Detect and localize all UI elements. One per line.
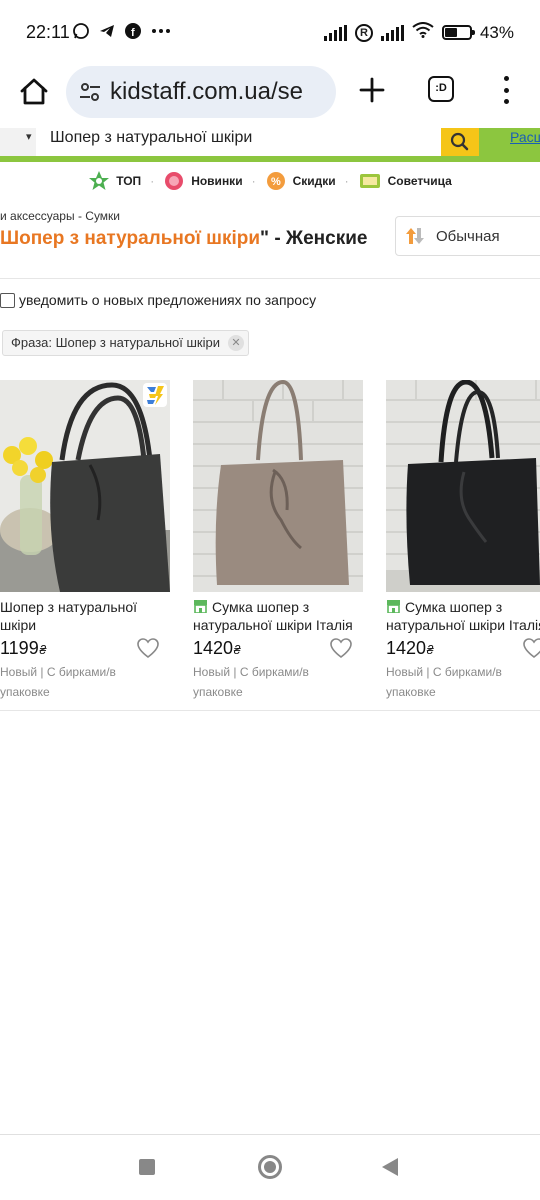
product-condition: Новый | С бирками/в упаковке (386, 665, 502, 699)
more-dots-icon (150, 22, 172, 46)
category-nav: ТОП · Новинки · % Скидки · Советчица (0, 166, 540, 196)
advanced-search-link[interactable]: Расш (510, 128, 540, 146)
page-title-query: Шопер з натуральної шкіри (0, 228, 261, 249)
site-search-strip: ▾ Шопер з натуральної шкіри Расш (0, 128, 540, 162)
battery-icon (441, 25, 475, 40)
product-card[interactable]: Сумка шопер з натуральної шкіри Італія 1… (386, 380, 540, 710)
recent-apps-button[interactable] (139, 1159, 155, 1175)
page-title-rest: " - Женские (260, 228, 368, 249)
search-button[interactable] (441, 128, 479, 156)
lightning-icon (143, 383, 167, 407)
nav-item-discounts-label: Скидки (292, 174, 336, 188)
nav-item-advisor[interactable]: Советчица (358, 170, 452, 192)
facebook-icon: f (124, 22, 142, 46)
tab-switcher-button[interactable]: :D (428, 76, 454, 102)
wifi-icon (412, 22, 434, 43)
back-button[interactable] (382, 1158, 398, 1176)
system-status-icons: R 43% (323, 22, 514, 43)
shop-icon (387, 600, 400, 613)
advisor-badge-icon (359, 174, 380, 188)
browser-toolbar: kidstaff.com.ua/se :D (0, 64, 540, 128)
notify-checkbox[interactable] (0, 292, 15, 308)
search-icon (450, 132, 469, 151)
product-condition: Новый | С бирками/в упаковке (0, 665, 116, 699)
site-search-input[interactable]: Шопер з натуральної шкіри (36, 128, 441, 156)
caret-down-icon: ▾ (26, 131, 32, 143)
product-title[interactable]: Сумка шопер з натуральної шкіри Італія (193, 598, 365, 634)
divider (0, 278, 540, 279)
svg-text:%: % (271, 176, 281, 188)
plus-icon (359, 77, 385, 103)
signal-icon (380, 24, 404, 41)
nav-item-top-label: ТОП (116, 174, 142, 188)
nav-item-advisor-label: Советчица (387, 174, 452, 188)
nav-item-new-label: Новинки (191, 174, 243, 188)
notification-icons: f (72, 22, 172, 46)
sort-icon (406, 228, 424, 244)
product-title[interactable]: Сумка шопер з натуральної шкіри Італія (386, 598, 540, 634)
sort-select[interactable]: Обычная (395, 216, 540, 256)
home-nav-button[interactable] (258, 1155, 282, 1179)
favorite-heart-icon[interactable] (136, 637, 160, 659)
svg-text:f: f (131, 27, 135, 39)
notify-row: уведомить о новых предложениях по запрос… (0, 292, 316, 308)
roaming-icon: R (354, 23, 373, 42)
nav-item-top[interactable]: ТОП (88, 170, 141, 192)
site-settings-icon[interactable] (78, 80, 102, 104)
phrase-filter-chip: Фраза: Шопер з натуральної шкіри ✕ (2, 330, 249, 356)
new-tab-button[interactable] (356, 74, 388, 106)
top-badge-icon (89, 171, 110, 190)
product-price: 1199₴ (0, 638, 47, 658)
browser-menu-button[interactable] (500, 76, 512, 104)
nav-item-new[interactable]: Новинки (163, 170, 243, 192)
close-icon[interactable]: ✕ (227, 335, 244, 351)
product-price: 1420₴ (193, 638, 242, 658)
home-icon (20, 78, 48, 105)
favorite-heart-icon[interactable] (329, 637, 353, 659)
system-navigation-bar (0, 1136, 540, 1200)
category-dropdown[interactable]: ▾ (0, 128, 36, 156)
nav-item-discounts[interactable]: % Скидки (265, 170, 336, 192)
address-bar[interactable]: kidstaff.com.ua/se (66, 66, 336, 118)
new-badge-icon (165, 172, 184, 190)
status-bar: 22:11 f R 43% (0, 0, 540, 64)
url-text[interactable]: kidstaff.com.ua/se (110, 78, 330, 106)
product-price: 1420₴ (386, 638, 435, 658)
divider (0, 710, 540, 711)
home-button[interactable] (14, 72, 54, 112)
page-title: Шопер з натуральної шкіри" - Женские (0, 228, 367, 250)
product-card[interactable]: Сумка шопер з натуральної шкіри Італія 1… (193, 380, 369, 710)
signal-icon (323, 24, 347, 41)
whatsapp-icon (72, 22, 90, 46)
divider (0, 1134, 540, 1135)
telegram-icon (98, 22, 116, 46)
discount-badge-icon: % (266, 172, 285, 190)
breadcrumb[interactable]: и аксессуары - Сумки (0, 209, 120, 223)
battery-percent: 43% (479, 22, 514, 42)
favorite-heart-icon[interactable] (522, 637, 540, 659)
product-condition: Новый | С бирками/в упаковке (193, 665, 309, 699)
sort-label: Обычная (436, 228, 500, 245)
product-image[interactable] (386, 380, 540, 592)
product-card[interactable]: Шопер з натуральної шкіри 1199₴ Новый | … (0, 380, 176, 710)
product-title[interactable]: Шопер з натуральної шкіри (0, 598, 172, 634)
shop-icon (194, 600, 207, 613)
product-image[interactable] (0, 380, 170, 592)
status-time: 22:11 (26, 22, 70, 42)
product-image[interactable] (193, 380, 363, 592)
phrase-chip-label: Фраза: Шопер з натуральної шкіри (11, 335, 220, 350)
notify-label[interactable]: уведомить о новых предложениях по запрос… (19, 292, 316, 308)
